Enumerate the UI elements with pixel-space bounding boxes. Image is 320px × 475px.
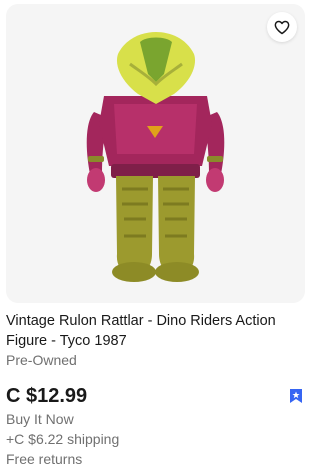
bookmark-star-icon <box>290 389 302 403</box>
shipping-cost: +C $6.22 shipping <box>6 431 120 447</box>
heart-icon <box>274 20 290 34</box>
returns-policy: Free returns <box>6 451 83 467</box>
item-price: C $12.99 <box>6 385 88 407</box>
listing-image[interactable] <box>6 4 305 303</box>
watch-button[interactable] <box>267 12 297 42</box>
item-condition: Pre-Owned <box>6 352 77 368</box>
listing-card[interactable]: Vintage Rulon Rattlar - Dino Riders Acti… <box>0 0 310 475</box>
purchase-format: Buy It Now <box>6 411 74 427</box>
action-figure-image <box>86 32 225 282</box>
listing-title[interactable]: Vintage Rulon Rattlar - Dino Riders Acti… <box>6 311 302 351</box>
